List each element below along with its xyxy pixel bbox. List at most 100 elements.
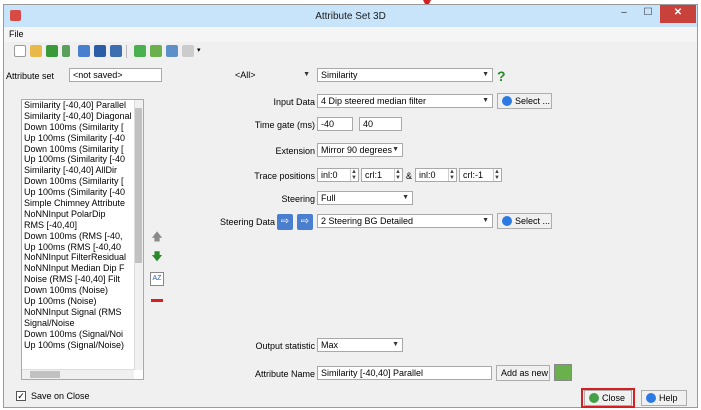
open-folder-icon[interactable] — [30, 45, 42, 57]
help-button[interactable]: Help — [641, 390, 687, 406]
save-as-icon[interactable] — [110, 45, 122, 57]
steering-data-combo[interactable]: 2 Steering BG Detailed ▼ — [317, 214, 493, 228]
minimize-button[interactable]: – — [612, 5, 636, 23]
check-icon — [589, 393, 599, 403]
menu-bar: File — [4, 27, 697, 42]
add-as-new-button[interactable]: Add as new — [496, 365, 550, 381]
settings-icon[interactable] — [182, 45, 194, 57]
steering-data-label: Steering Data — [219, 217, 275, 227]
filter-icon[interactable] — [78, 45, 90, 57]
attribute-list-item[interactable]: NoNNInput Signal (RMS — [22, 307, 134, 318]
attribute-list-item[interactable]: Similarity [-40,40] AllDir — [22, 165, 134, 176]
attribute-list-item[interactable]: Up 100ms (Noise) — [22, 296, 134, 307]
attribute-list-item[interactable]: NoNNInput FilterResidual — [22, 252, 134, 263]
attribute-list-item[interactable]: Up 100ms (Similarity [-40 — [22, 187, 134, 198]
attribute-set-label: Attribute set — [6, 71, 55, 81]
attribute-list-item[interactable]: NoNNInput PolarDip — [22, 209, 134, 220]
attribute-set-name-field[interactable]: <not saved> — [69, 68, 162, 82]
chevron-down-icon: ▼ — [482, 217, 489, 224]
spin-arrows-icon[interactable]: ▲ ▼ — [394, 169, 401, 181]
attribute-type-combo[interactable]: Similarity ▼ — [317, 68, 493, 82]
graph-icon[interactable] — [166, 45, 178, 57]
inline-1-spinbox[interactable]: inl:0 ▲ ▼ — [317, 168, 359, 182]
bottom-bar: ✓ Save on Close Close Help — [4, 386, 697, 408]
evaluate-icon[interactable] — [134, 45, 146, 57]
crossline-2-value: crl:-1 — [463, 170, 483, 180]
attribute-filter-value: <All> — [235, 70, 256, 80]
spin-arrows-icon[interactable]: ▲ ▼ — [350, 169, 357, 181]
help-icon — [646, 393, 656, 403]
attribute-name-field[interactable]: Similarity [-40,40] Parallel — [317, 366, 492, 380]
window-close-button[interactable]: ✕ — [660, 5, 696, 23]
help-question-icon[interactable]: ? — [497, 69, 511, 84]
steering-inline-icon[interactable]: ⇨ — [277, 214, 293, 230]
select-button-label: Select ... — [515, 96, 551, 106]
steering-combo[interactable]: Full ▼ — [317, 191, 413, 205]
crossline-1-value: crl:1 — [365, 170, 383, 180]
steering-data-value: 2 Steering BG Detailed — [321, 216, 414, 226]
list-horizontal-scrollbar[interactable] — [22, 369, 134, 379]
attribute-list-item[interactable]: Down 100ms (Signal/Noi — [22, 329, 134, 340]
spin-arrows-icon[interactable]: ▲ ▼ — [493, 169, 500, 181]
attribute-list-item[interactable]: Up 100ms (RMS [-40,40 — [22, 242, 134, 253]
time-gate-label: Time gate (ms) — [254, 120, 315, 130]
sort-icon[interactable]: AZ — [150, 272, 164, 286]
title-bar: Attribute Set 3D – ☐ ✕ — [4, 5, 697, 27]
steering-value: Full — [321, 193, 336, 203]
attribute-list-item[interactable]: Simple Chimney Attribute — [22, 198, 134, 209]
list-vertical-scrollbar[interactable] — [134, 100, 143, 370]
attribute-list-item[interactable]: Up 100ms (Similarity [-40 — [22, 133, 134, 144]
input-data-select-button[interactable]: Select ... — [497, 93, 552, 109]
save-on-close-checkbox[interactable]: ✓ — [16, 391, 26, 401]
attribute-list[interactable]: Similarity [-40,40] Parallel Similarity [… — [21, 99, 144, 380]
spin-arrows-icon[interactable]: ▲ ▼ — [448, 169, 455, 181]
attribute-list-item[interactable]: Up 100ms (Similarity [-40 — [22, 154, 134, 165]
dropdown-arrow-icon[interactable]: ▾ — [197, 46, 201, 54]
crossline-1-spinbox[interactable]: crl:1 ▲ ▼ — [361, 168, 403, 182]
output-statistic-combo[interactable]: Max ▼ — [317, 338, 403, 352]
select-icon — [502, 96, 512, 106]
menu-file[interactable]: File — [9, 29, 24, 39]
attribute-list-item[interactable]: Down 100ms (Similarity [ — [22, 122, 134, 133]
attribute-list-item[interactable]: Noise (RMS [-40,40] Filt — [22, 274, 134, 285]
input-data-label: Input Data — [273, 97, 315, 107]
import-icon[interactable] — [46, 45, 58, 57]
help-button-label: Help — [659, 393, 678, 403]
attribute-list-item[interactable]: Up 100ms (Signal/Noise) — [22, 340, 134, 351]
chevron-down-icon: ▼ — [392, 146, 399, 153]
attribute-list-item[interactable]: NoNNInput Median Dip F — [22, 263, 134, 274]
attribute-filter-combo[interactable]: <All> ▼ — [231, 68, 314, 82]
move-up-icon[interactable]: 🡅 — [150, 230, 164, 244]
new-set-icon[interactable] — [14, 45, 26, 57]
time-gate-start-field[interactable]: -40 — [317, 117, 353, 131]
attribute-list-item[interactable]: Down 100ms (RMS [-40, — [22, 231, 134, 242]
attribute-list-item[interactable]: Down 100ms (Similarity [ — [22, 176, 134, 187]
ampersand-label: & — [406, 171, 413, 181]
attribute-list-item[interactable]: Similarity [-40,40] Diagonal — [22, 111, 134, 122]
attribute-list-item[interactable]: Down 100ms (Noise) — [22, 285, 134, 296]
attribute-list-item[interactable]: Signal/Noise — [22, 318, 134, 329]
crossplot-icon[interactable] — [150, 45, 162, 57]
inline-2-spinbox[interactable]: inl:0 ▲ ▼ — [415, 168, 457, 182]
attribute-icon[interactable] — [554, 364, 572, 381]
window-title: Attribute Set 3D — [315, 11, 386, 22]
scroll-thumb[interactable] — [135, 108, 142, 263]
close-button[interactable]: Close — [584, 390, 632, 406]
steering-data-select-button[interactable]: Select ... — [497, 213, 552, 229]
output-statistic-label: Output statistic — [255, 341, 315, 351]
scroll-thumb[interactable] — [30, 371, 60, 378]
move-down-icon[interactable]: 🡇 — [150, 250, 164, 264]
maximize-button[interactable]: ☐ — [636, 5, 660, 23]
save-icon[interactable] — [94, 45, 106, 57]
chevron-down-icon: ▼ — [482, 71, 489, 78]
attribute-list-item[interactable]: RMS [-40,40] — [22, 220, 134, 231]
reload-icon[interactable] — [62, 45, 70, 57]
input-data-combo[interactable]: 4 Dip steered median filter ▼ — [317, 94, 493, 108]
attribute-list-item[interactable]: Similarity [-40,40] Parallel — [22, 100, 134, 111]
attribute-list-item[interactable]: Down 100ms (Similarity [ — [22, 144, 134, 155]
extension-combo[interactable]: Mirror 90 degrees ▼ — [317, 143, 403, 157]
crossline-2-spinbox[interactable]: crl:-1 ▲ ▼ — [459, 168, 502, 182]
remove-icon[interactable] — [150, 294, 164, 308]
steering-crossline-icon[interactable]: ⇨ — [297, 214, 313, 230]
time-gate-end-field[interactable]: 40 — [359, 117, 402, 131]
